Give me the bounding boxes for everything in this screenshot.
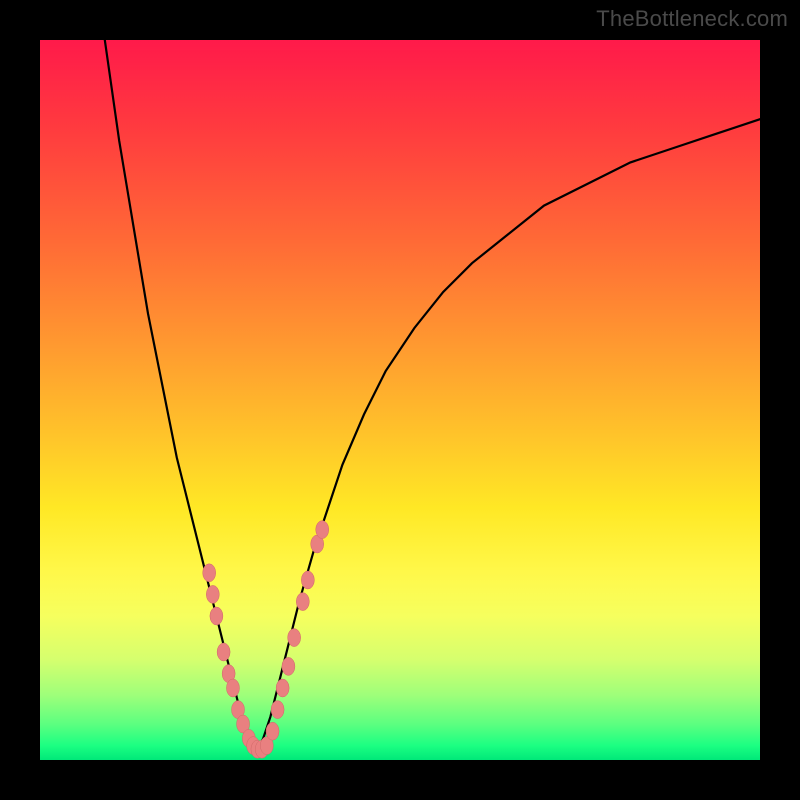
curve-left-branch [105,40,256,753]
data-marker [316,521,329,539]
chart-frame: TheBottleneck.com [0,0,800,800]
data-marker [282,657,295,675]
data-marker [296,593,309,611]
data-marker [301,571,314,589]
data-marker [206,585,219,603]
data-marker [266,722,279,740]
plot-area [40,40,760,760]
chart-svg [40,40,760,760]
data-marker [271,701,284,719]
data-marker [210,607,223,625]
data-marker [276,679,289,697]
data-marker [226,679,239,697]
data-marker [288,629,301,647]
watermark-text: TheBottleneck.com [596,6,788,32]
curve-right-branch [256,119,760,753]
data-marker [203,564,216,582]
data-marker [217,643,230,661]
